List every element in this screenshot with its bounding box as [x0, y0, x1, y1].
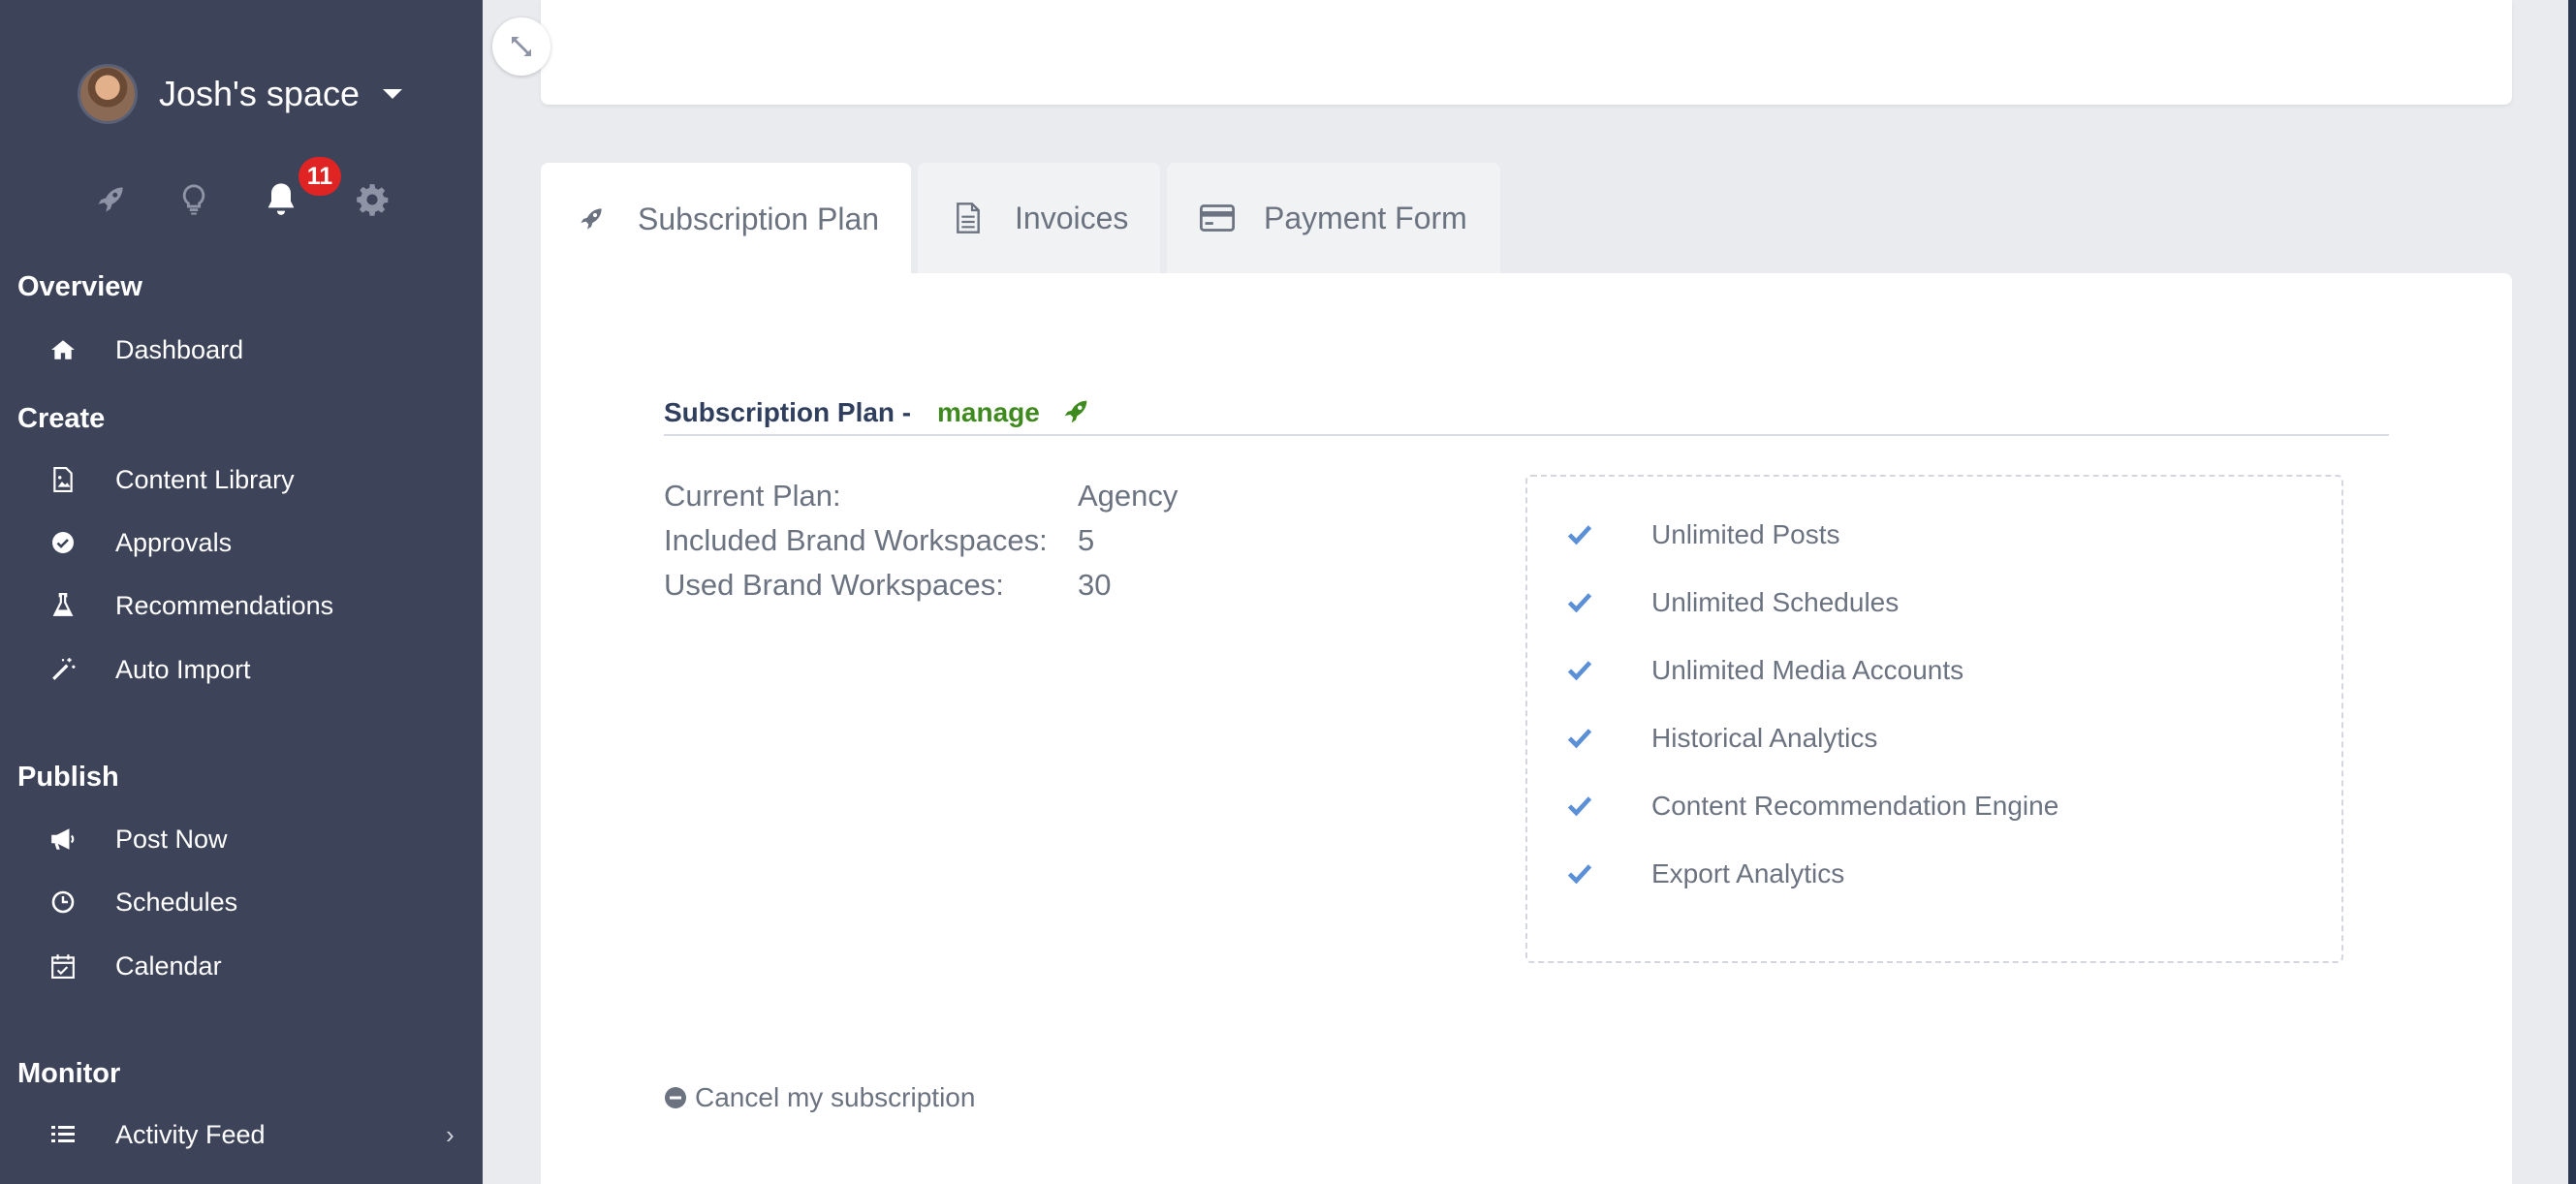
- features-box: Unlimited Posts Unlimited Schedules Unli…: [1525, 475, 2343, 963]
- check-icon: [1567, 729, 1592, 749]
- plan-row-key: Included Brand Workspaces:: [664, 523, 1048, 557]
- sidebar-item-label: Approvals: [115, 527, 233, 557]
- check-icon: [1567, 525, 1592, 545]
- plan-header: Subscription Plan - manage: [664, 395, 2389, 436]
- home-icon: [48, 335, 78, 364]
- tab-label: Payment Form: [1264, 200, 1467, 235]
- expand-button[interactable]: [492, 17, 550, 76]
- calendar-check-icon: [48, 951, 78, 981]
- section-create: Create: [17, 403, 106, 434]
- check-circle-icon: [48, 528, 78, 557]
- sidebar-item-label: Recommendations: [115, 590, 334, 620]
- tab-payment-form[interactable]: Payment Form: [1167, 163, 1500, 273]
- lightbulb-icon[interactable]: [169, 174, 219, 225]
- section-publish: Publish: [17, 762, 119, 793]
- feature-label: Historical Analytics: [1651, 723, 1878, 753]
- window-edge: [2568, 0, 2576, 1184]
- document-icon: [951, 201, 986, 235]
- rocket-icon[interactable]: [85, 174, 136, 225]
- sidebar-item-label: Post Now: [115, 824, 228, 854]
- notification-badge: 11: [298, 157, 341, 196]
- sidebar-item-auto-import[interactable]: Auto Import: [0, 641, 483, 698]
- feature-label: Unlimited Posts: [1651, 519, 1840, 549]
- sidebar-item-label: Schedules: [115, 887, 238, 917]
- top-card: [541, 0, 2512, 105]
- list-icon: [48, 1120, 78, 1149]
- sidebar: Josh's space 11 Overview Dashboard Creat…: [0, 0, 483, 1184]
- sidebar-item-schedules[interactable]: Schedules: [0, 874, 483, 930]
- flask-icon: [48, 591, 78, 620]
- sidebar-item-activity-feed[interactable]: Activity Feed ›: [0, 1106, 483, 1163]
- tab-invoices[interactable]: Invoices: [918, 163, 1160, 273]
- sidebar-item-label: Calendar: [115, 950, 222, 981]
- image-file-icon: [48, 465, 78, 494]
- plan-row-value: 5: [1078, 523, 1095, 557]
- expand-icon: [512, 37, 531, 56]
- feature-label: Content Recommendation Engine: [1651, 791, 2059, 821]
- tab-subscription-plan[interactable]: Subscription Plan: [541, 163, 911, 275]
- feature-item: Unlimited Schedules: [1527, 583, 2341, 622]
- section-overview: Overview: [17, 271, 142, 302]
- chevron-right-icon: ›: [446, 1119, 455, 1149]
- sidebar-item-dashboard[interactable]: Dashboard: [0, 322, 483, 378]
- plan-title: Subscription Plan -: [664, 397, 912, 427]
- gear-icon[interactable]: [347, 174, 397, 225]
- sidebar-item-calendar[interactable]: Calendar: [0, 938, 483, 994]
- sidebar-item-label: Content Library: [115, 464, 295, 494]
- sidebar-item-content-library[interactable]: Content Library: [0, 452, 483, 508]
- check-icon: [1567, 661, 1592, 681]
- feature-item: Unlimited Media Accounts: [1527, 651, 2341, 690]
- rocket-icon[interactable]: [1059, 395, 1092, 428]
- sidebar-item-label: Activity Feed: [115, 1119, 266, 1149]
- plan-row-value: Agency: [1078, 479, 1178, 513]
- section-monitor: Monitor: [17, 1058, 121, 1089]
- quick-icons: [0, 174, 483, 225]
- avatar: [78, 64, 138, 124]
- check-icon: [1567, 864, 1592, 885]
- space-switcher[interactable]: Josh's space: [78, 64, 402, 124]
- cancel-subscription-label: Cancel my subscription: [695, 1082, 976, 1112]
- clock-icon: [48, 888, 78, 917]
- megaphone-icon: [48, 825, 78, 854]
- sidebar-item-post-now[interactable]: Post Now: [0, 811, 483, 867]
- feature-item: Historical Analytics: [1527, 719, 2341, 758]
- plan-row-key: Used Brand Workspaces:: [664, 568, 1004, 602]
- magic-wand-icon: [48, 655, 78, 684]
- plan-row-value: 30: [1078, 568, 1112, 602]
- feature-item: Unlimited Posts: [1527, 515, 2341, 554]
- feature-label: Unlimited Schedules: [1651, 587, 1900, 617]
- feature-item: Export Analytics: [1527, 855, 2341, 893]
- sidebar-item-label: Dashboard: [115, 334, 244, 364]
- chevron-down-icon: [382, 89, 402, 99]
- feature-item: Content Recommendation Engine: [1527, 787, 2341, 826]
- rocket-icon: [574, 202, 609, 236]
- sidebar-item-approvals[interactable]: Approvals: [0, 514, 483, 571]
- manage-link[interactable]: manage: [937, 397, 1040, 428]
- feature-label: Export Analytics: [1651, 858, 1845, 888]
- credit-card-icon: [1200, 201, 1235, 235]
- cancel-subscription-link[interactable]: Cancel my subscription: [664, 1078, 975, 1117]
- plan-row-key: Current Plan:: [664, 479, 841, 513]
- space-name: Josh's space: [159, 74, 360, 113]
- sidebar-item-label: Auto Import: [115, 654, 251, 684]
- minus-circle-icon: [665, 1087, 686, 1108]
- feature-label: Unlimited Media Accounts: [1651, 655, 1964, 685]
- tab-label: Subscription Plan: [638, 201, 880, 236]
- check-icon: [1567, 593, 1592, 613]
- tab-label: Invoices: [1015, 200, 1129, 235]
- check-icon: [1567, 796, 1592, 817]
- sidebar-item-recommendations[interactable]: Recommendations: [0, 577, 483, 634]
